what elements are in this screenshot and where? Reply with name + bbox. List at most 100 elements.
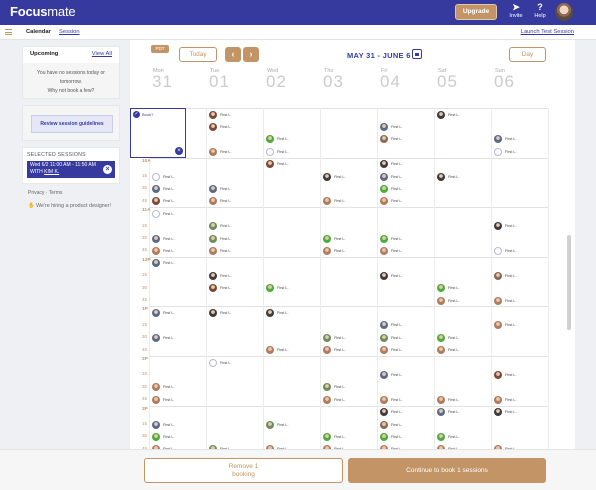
partner-avatar [437, 296, 445, 305]
partner-name: First L. [334, 174, 346, 179]
partner-name: First L. [220, 310, 232, 315]
day-view-button[interactable]: Day [509, 47, 546, 62]
partner-name: First L. [505, 323, 517, 328]
calendar-picker-icon[interactable] [412, 49, 422, 59]
quarter-label: 45 [142, 297, 148, 302]
partner-avatar [437, 432, 445, 441]
partner-name: First L. [448, 286, 460, 291]
partner-avatar [266, 135, 274, 144]
hour-label: 12P [142, 257, 151, 263]
prev-week-button[interactable]: ‹ [225, 47, 241, 62]
selected-booking-slot[interactable]: ✓ Book? × [130, 108, 186, 158]
partner-name: First L. [391, 124, 403, 129]
day-header-tue: Tue 01 [207, 68, 230, 108]
partner-avatar [380, 122, 388, 131]
today-button[interactable]: Today [179, 47, 217, 62]
hour-label: 11A [142, 208, 151, 214]
partner-avatar [380, 271, 388, 280]
partner-avatar [494, 408, 502, 417]
continue-book-button[interactable]: Continue to book 1 sessions [348, 458, 546, 483]
partner-avatar [437, 284, 445, 293]
partner-avatar [209, 271, 217, 280]
view-all-link[interactable]: View All [92, 51, 112, 57]
quarter-label: 45 [142, 346, 148, 352]
partner-avatar [380, 160, 388, 169]
quarter-label: 30 [142, 185, 148, 191]
timezone-badge[interactable]: PDT [151, 45, 169, 53]
invite-button[interactable]: ➤ Invite [506, 2, 526, 19]
partner-avatar [266, 308, 274, 317]
hiring-link[interactable]: ✋ We're hiring a product designer! [22, 203, 120, 209]
partner-name: First L. [391, 397, 403, 402]
partner-avatar [494, 135, 502, 144]
day-divider [377, 108, 378, 470]
partner-name: First L. [220, 199, 232, 204]
partner-avatar [494, 370, 502, 379]
partner-name: First L. [391, 137, 403, 142]
partner-avatar [152, 197, 160, 206]
privacy-terms-links[interactable]: Privacy · Terms [22, 190, 120, 196]
day-date: 04 [380, 72, 401, 91]
partner-name: First L. [391, 186, 403, 191]
remove-booking-button[interactable]: Remove 1 booking [144, 458, 343, 483]
menu-icon[interactable] [5, 29, 12, 35]
day-date: 06 [494, 72, 515, 91]
hour-label: 1P [142, 307, 148, 313]
review-guidelines-button[interactable]: Review session guidelines [31, 115, 113, 133]
day-header-sun: Sun 06 [492, 68, 515, 108]
partner-name: First L. [277, 162, 289, 167]
partner-name: First L. [448, 298, 460, 303]
partner-avatar [209, 308, 217, 317]
next-week-button[interactable]: › [243, 47, 259, 62]
partner-avatar [152, 420, 160, 429]
partner-avatar [380, 333, 388, 342]
partner-name: First L. [391, 335, 403, 340]
partner-name: First L. [277, 149, 289, 154]
partner-avatar [266, 147, 274, 156]
partner-name: First L. [448, 434, 460, 439]
tab-session[interactable]: Session [59, 29, 80, 35]
partner-avatar [152, 259, 160, 268]
upgrade-button[interactable]: Upgrade [455, 4, 497, 20]
quarter-label: 15 [142, 371, 148, 377]
partner-avatar [266, 346, 274, 355]
partner-avatar [152, 172, 160, 181]
partner-avatar [380, 420, 388, 429]
day-header-fri: Fri 04 [378, 68, 401, 108]
no-sessions-message: You have no sessions today or tomorrow. … [23, 63, 119, 98]
quarter-label: 15 [142, 421, 148, 426]
partner-avatar [494, 147, 502, 156]
partner-name: First L. [334, 199, 346, 204]
logo[interactable]: Focusmate [10, 4, 76, 19]
remove-selected-icon[interactable]: × [103, 165, 112, 174]
calendar-panel: PDT Today ‹ › MAY 31 - JUNE 6 Day Mon 31 T… [130, 40, 575, 470]
partner-name: First L. [334, 236, 346, 241]
partner-avatar [437, 346, 445, 355]
cancel-booking-icon[interactable]: × [175, 146, 183, 155]
selected-session-chip[interactable]: Wed 6/2 11:00 AM - 11:50 AM WITH KIM K. … [27, 161, 115, 178]
day-date: 03 [323, 72, 344, 91]
partner-name: First L. [505, 137, 517, 142]
date-range: MAY 31 - JUNE 6 [347, 51, 411, 60]
quarter-label: 45 [142, 396, 148, 402]
tab-calendar[interactable]: Calendar [26, 29, 51, 35]
partner-name: First L. [334, 248, 346, 253]
partner-name: First L. [163, 261, 175, 266]
selected-sessions-title: SELECTED SESSIONS [27, 152, 86, 158]
hour-divider [149, 356, 548, 357]
selected-session-partner: WITH KIM K. [30, 169, 112, 176]
quarter-label: 30 [142, 383, 148, 389]
partner-avatar [380, 395, 388, 404]
partner-avatar [437, 333, 445, 342]
partner-avatar [209, 222, 217, 231]
partner-name[interactable]: KIM K. [44, 169, 59, 175]
user-avatar[interactable] [555, 3, 573, 21]
partner-name: First L. [220, 236, 232, 241]
day-date: 05 [437, 72, 458, 91]
partner-name: First L. [391, 162, 403, 167]
partner-avatar [323, 197, 331, 206]
day-divider [206, 108, 207, 470]
launch-test-session-link[interactable]: Launch Test Session [521, 29, 574, 35]
help-button[interactable]: ? Help [530, 2, 550, 19]
partner-avatar [209, 147, 217, 156]
